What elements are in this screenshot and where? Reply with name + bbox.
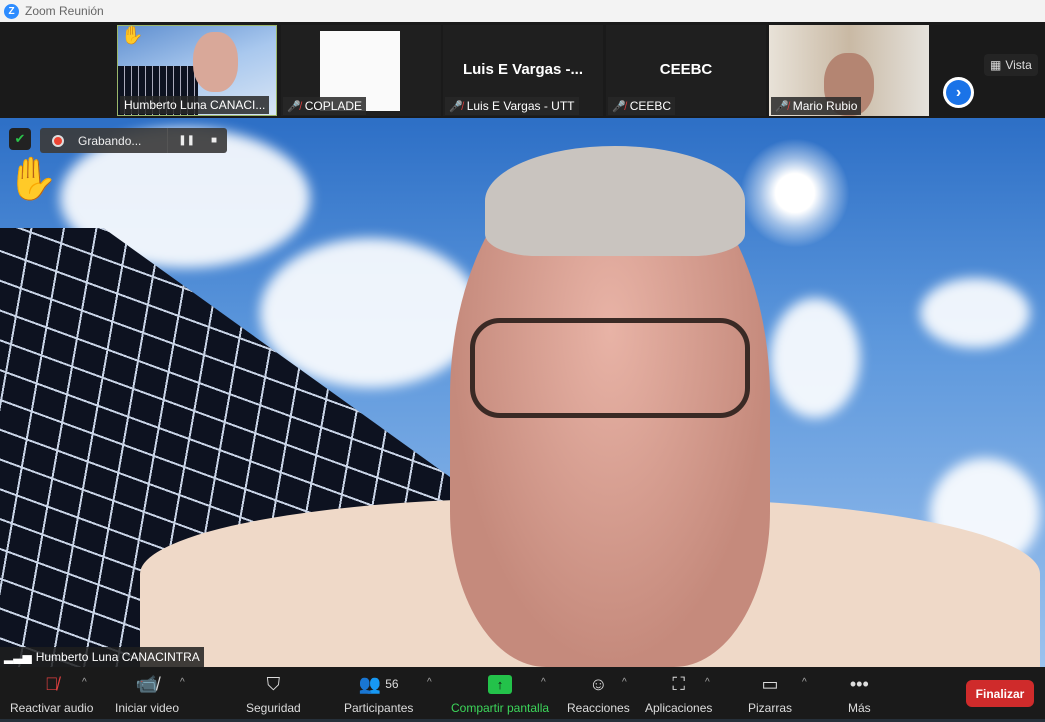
raised-hand-icon: ✋ xyxy=(6,155,59,202)
window-title: Zoom Reunión xyxy=(25,4,104,18)
muted-mic-icon: 🎤̸ xyxy=(775,100,789,113)
smiley-icon: ☺ xyxy=(589,673,608,694)
muted-mic-icon: 🎤̸ xyxy=(449,100,463,113)
audio-options-caret[interactable]: ^ xyxy=(82,677,87,688)
speaker-name-label: ▂▃▅ Humberto Luna CANACINTRA xyxy=(0,647,204,667)
participant-tile[interactable]: ✋ Humberto Luna CANACI... xyxy=(117,25,277,116)
participants-icon: 👥 xyxy=(358,673,382,694)
speaker-glasses xyxy=(470,318,750,418)
stop-recording-button[interactable]: ■ xyxy=(211,135,217,146)
apps-button[interactable]: ⛶ Aplicaciones xyxy=(645,671,712,716)
end-meeting-button[interactable]: Finalizar xyxy=(966,680,1034,707)
main-video: ✔ Grabando... ❚❚ ■ ✋ ▂▃▅ Humberto Luna CAN… xyxy=(0,118,1045,667)
share-arrow-icon: ↑ xyxy=(488,674,513,694)
participant-tile[interactable]: Luis E Vargas -... 🎤̸ Luis E Vargas - UTT xyxy=(443,25,603,116)
participant-strip: ✋ Humberto Luna CANACI... 🎤̸ COPLADE Luis… xyxy=(0,22,1045,118)
share-options-caret[interactable]: ^ xyxy=(541,677,546,688)
participant-tile[interactable]: CEEBC 🎤̸ CEEBC xyxy=(606,25,766,116)
participant-display-name: Luis E Vargas -... xyxy=(462,61,584,78)
participant-name: 🎤̸ COPLADE xyxy=(283,97,367,115)
zoom-logo-icon: Z xyxy=(4,3,19,19)
participant-name: Humberto Luna CANACI... xyxy=(120,96,270,114)
muted-mic-icon: 🎤̸ xyxy=(287,100,301,113)
whiteboards-options-caret[interactable]: ^ xyxy=(802,677,807,688)
participants-count: 56 xyxy=(385,677,399,691)
sun xyxy=(740,138,850,248)
pause-recording-button[interactable]: ❚❚ xyxy=(178,135,195,146)
chevron-right-icon: › xyxy=(946,80,971,105)
record-icon xyxy=(52,134,64,147)
title-bar: Z Zoom Reunión xyxy=(0,0,1045,22)
more-dots-icon: ••• xyxy=(849,673,869,694)
reactions-options-caret[interactable]: ^ xyxy=(622,677,627,688)
whiteboards-button[interactable]: ▭ Pizarras xyxy=(748,671,792,716)
security-button[interactable]: ⛉ Seguridad xyxy=(246,671,301,716)
participant-tile[interactable]: 🎤̸ COPLADE xyxy=(281,25,441,116)
apps-icon: ⛶ xyxy=(672,673,685,694)
video-thumbnail-person xyxy=(193,32,238,92)
muted-mic-icon: 🎙̸ xyxy=(44,673,59,694)
speaker-hair xyxy=(485,146,745,256)
participant-name: 🎤̸ Mario Rubio xyxy=(771,97,862,115)
view-button[interactable]: ▦ Vista xyxy=(984,54,1038,76)
next-page-button[interactable]: › xyxy=(943,77,974,108)
participant-display-name: CEEBC xyxy=(659,61,713,78)
start-video-button[interactable]: 📹̸ Iniciar video xyxy=(115,671,179,716)
whiteboard-icon: ▭ xyxy=(761,673,779,694)
security-shield-icon[interactable]: ✔ xyxy=(9,128,31,150)
meeting-toolbar: 🎙̸ Reactivar audio ^ 📹̸ Iniciar video ^ ⛉ S… xyxy=(0,667,1045,722)
participants-options-caret[interactable]: ^ xyxy=(427,677,432,688)
shield-icon: ⛉ xyxy=(266,673,281,694)
raised-hand-icon: ✋ xyxy=(121,25,144,45)
participants-button[interactable]: 👥 56 Participantes xyxy=(344,671,413,716)
unmute-audio-button[interactable]: 🎙̸ Reactivar audio xyxy=(10,671,93,716)
signal-strength-icon: ▂▃▅ xyxy=(4,650,32,664)
more-button[interactable]: ••• Más xyxy=(848,671,871,716)
participant-tile[interactable]: 🎤̸ Mario Rubio xyxy=(769,25,929,116)
recording-indicator: Grabando... ❚❚ ■ xyxy=(40,128,227,153)
participant-name: 🎤̸ CEEBC xyxy=(608,97,676,115)
grid-icon: ▦ xyxy=(990,58,1002,72)
reactions-button[interactable]: ☺ Reacciones xyxy=(567,671,630,716)
video-options-caret[interactable]: ^ xyxy=(180,677,185,688)
video-off-icon: 📹̸ xyxy=(135,673,159,694)
muted-mic-icon: 🎤̸ xyxy=(612,100,626,113)
share-screen-button[interactable]: ↑ Compartir pantalla xyxy=(451,671,549,715)
participant-name: 🎤̸ Luis E Vargas - UTT xyxy=(445,97,579,115)
apps-options-caret[interactable]: ^ xyxy=(705,677,710,688)
